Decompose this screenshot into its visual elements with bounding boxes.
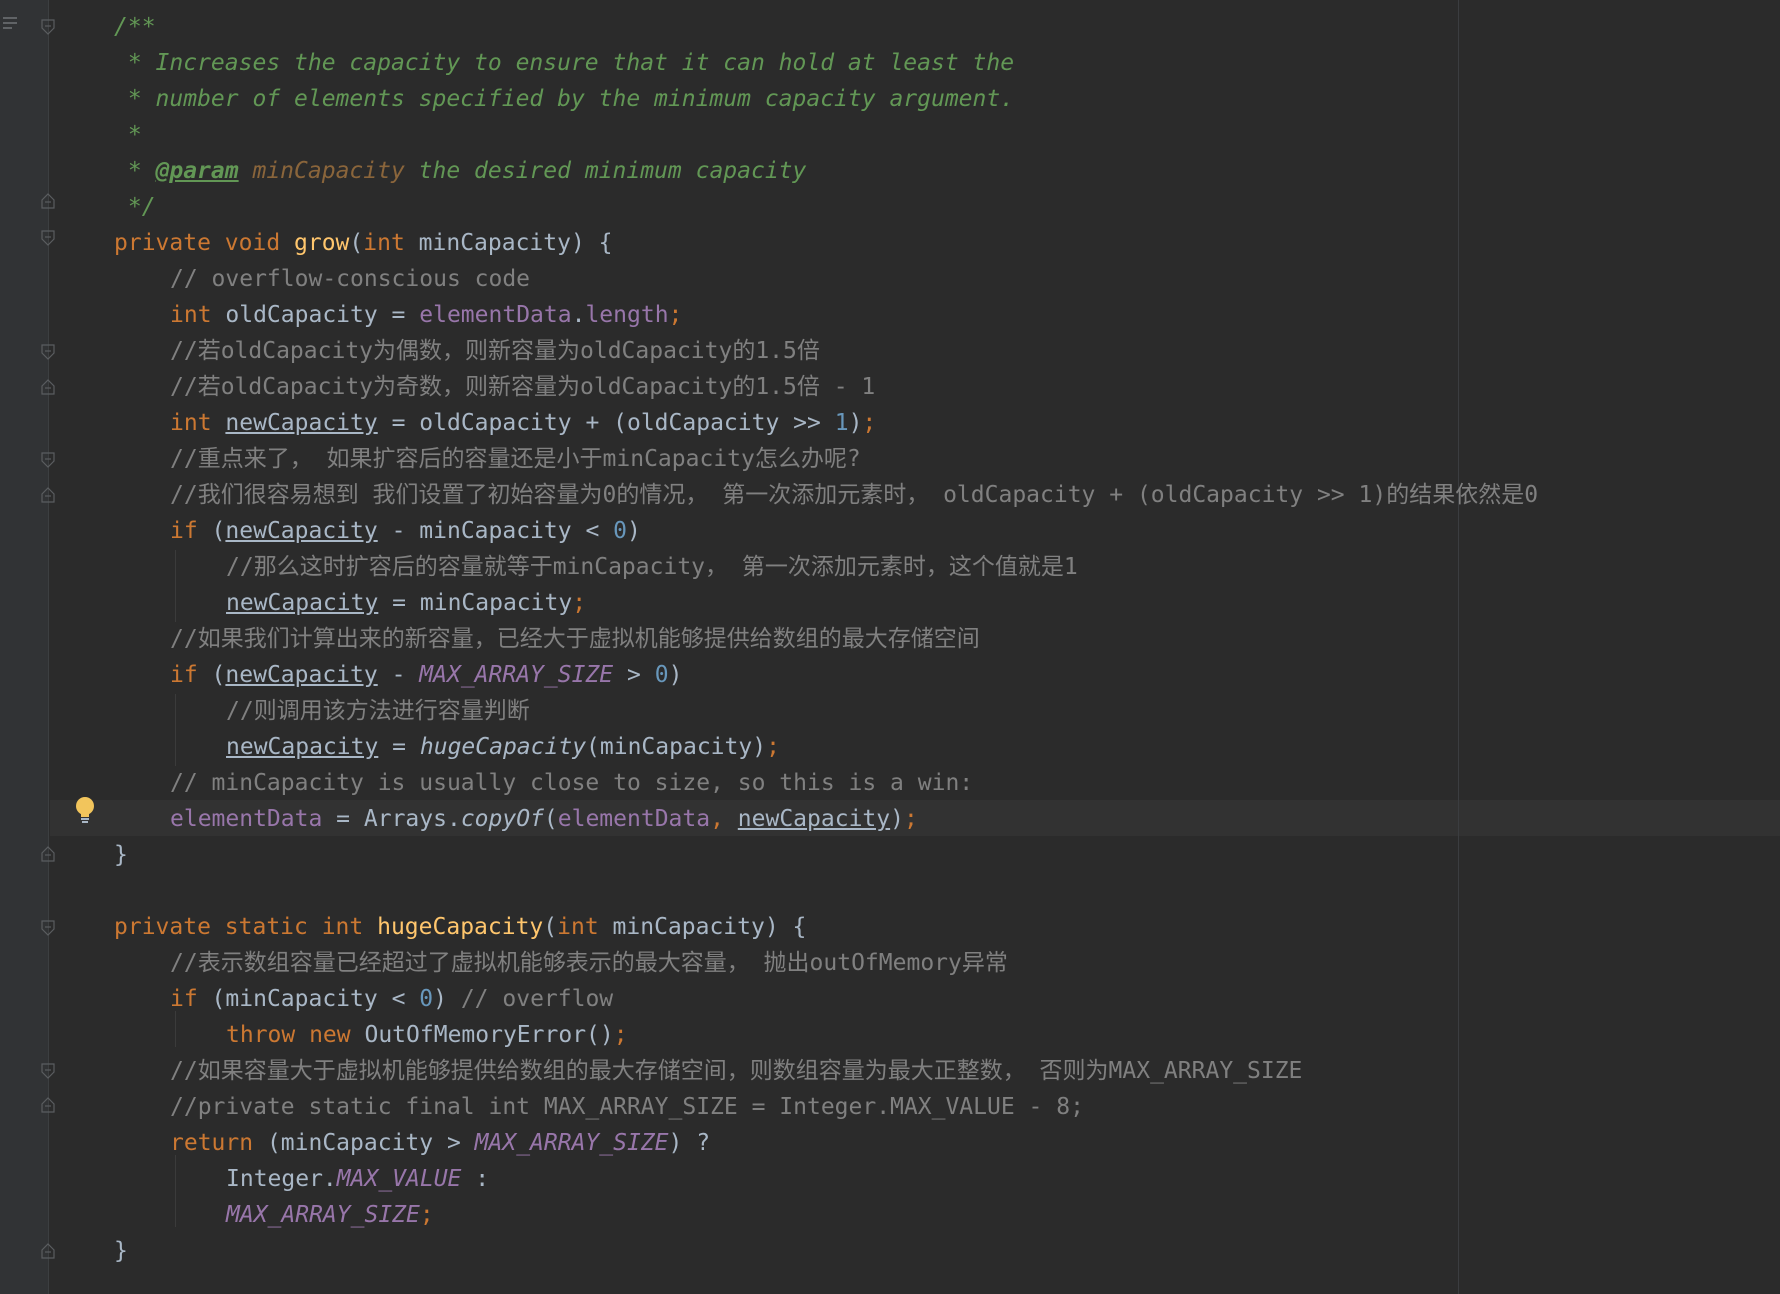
code-line: int oldCapacity = elementData.length; bbox=[170, 302, 683, 328]
code-line: //若oldCapacity为偶数，则新容量为oldCapacity的1.5倍 bbox=[170, 338, 820, 364]
code-line: * bbox=[114, 122, 142, 148]
code-line: */ bbox=[114, 194, 156, 220]
code-line: //重点来了， 如果扩容后的容量还是小于minCapacity怎么办呢? bbox=[170, 446, 861, 472]
code-line: private static int hugeCapacity(int minC… bbox=[114, 914, 807, 940]
code-line: private void grow(int minCapacity) { bbox=[114, 230, 613, 256]
code-line: //private static final int MAX_ARRAY_SIZ… bbox=[170, 1094, 1084, 1120]
code-line: // minCapacity is usually close to size,… bbox=[170, 770, 974, 796]
code-line: if (newCapacity - minCapacity < 0) bbox=[170, 518, 641, 544]
code-line: } bbox=[114, 842, 128, 868]
code-line: throw new OutOfMemoryError(); bbox=[226, 1022, 628, 1048]
method-name: hugeCapacity bbox=[377, 914, 544, 940]
code-editor[interactable]: /** * Increases the capacity to ensure t… bbox=[0, 0, 1780, 1294]
code-line: if (minCapacity < 0) // overflow bbox=[170, 986, 614, 1012]
fold-end-icon[interactable] bbox=[41, 1243, 55, 1259]
lightbulb-icon[interactable] bbox=[74, 796, 96, 826]
code-line: * Increases the capacity to ensure that … bbox=[114, 50, 1015, 76]
code-line: //我们很容易想到 我们设置了初始容量为0的情况， 第一次添加元素时， oldC… bbox=[170, 482, 1539, 508]
code-line: return (minCapacity > MAX_ARRAY_SIZE) ? bbox=[170, 1130, 711, 1156]
indent-guide bbox=[175, 550, 176, 622]
fold-collapse-icon[interactable] bbox=[41, 920, 55, 936]
right-margin-guide bbox=[1458, 0, 1459, 1294]
code-line: if (newCapacity - MAX_ARRAY_SIZE > 0) bbox=[170, 662, 683, 688]
code-line: //若oldCapacity为奇数，则新容量为oldCapacity的1.5倍 … bbox=[170, 374, 876, 400]
code-line: MAX_ARRAY_SIZE; bbox=[226, 1202, 434, 1228]
code-line: //如果我们计算出来的新容量，已经大于虚拟机能够提供给数组的最大存储空间 bbox=[170, 626, 980, 652]
indent-guide bbox=[175, 694, 176, 766]
fold-collapse-icon[interactable] bbox=[41, 1063, 55, 1079]
code-line: //那么这时扩容后的容量就等于minCapacity， 第一次添加元素时，这个值… bbox=[226, 554, 1078, 580]
code-line: } bbox=[114, 1238, 128, 1264]
fold-end-icon[interactable] bbox=[41, 846, 55, 862]
code-line: // overflow-conscious code bbox=[170, 266, 531, 292]
fold-end-icon[interactable] bbox=[41, 193, 55, 209]
code-line: //表示数组容量已经超过了虚拟机能够表示的最大容量， 抛出outOfMemory… bbox=[170, 950, 1008, 976]
fold-collapse-icon[interactable] bbox=[41, 19, 55, 35]
fold-end-icon[interactable] bbox=[41, 487, 55, 503]
code-line: newCapacity = minCapacity; bbox=[226, 590, 587, 616]
fold-collapse-icon[interactable] bbox=[41, 452, 55, 468]
code-line: //如果容量大于虚拟机能够提供给数组的最大存储空间，则数组容量为最大正整数， 否… bbox=[170, 1058, 1303, 1084]
code-line: newCapacity = hugeCapacity(minCapacity); bbox=[226, 734, 780, 760]
code-line-current: elementData = Arrays.copyOf(elementData,… bbox=[170, 806, 918, 832]
method-name: grow bbox=[294, 230, 350, 256]
indent-guide bbox=[175, 1155, 176, 1227]
javadoc-tag: @param bbox=[155, 158, 239, 184]
code-line: int newCapacity = oldCapacity + (oldCapa… bbox=[170, 410, 877, 436]
code-line: /** bbox=[114, 14, 156, 40]
lines-icon[interactable] bbox=[3, 16, 19, 30]
code-line: * number of elements specified by the mi… bbox=[114, 86, 1015, 112]
fold-collapse-icon[interactable] bbox=[41, 344, 55, 360]
code-line: * @param minCapacity the desired minimum… bbox=[114, 158, 807, 184]
fold-collapse-icon[interactable] bbox=[41, 230, 55, 246]
code-line: //则调用该方法进行容量判断 bbox=[226, 698, 530, 724]
fold-end-icon[interactable] bbox=[41, 379, 55, 395]
fold-end-icon[interactable] bbox=[41, 1097, 55, 1113]
code-line: Integer.MAX_VALUE : bbox=[226, 1166, 490, 1192]
